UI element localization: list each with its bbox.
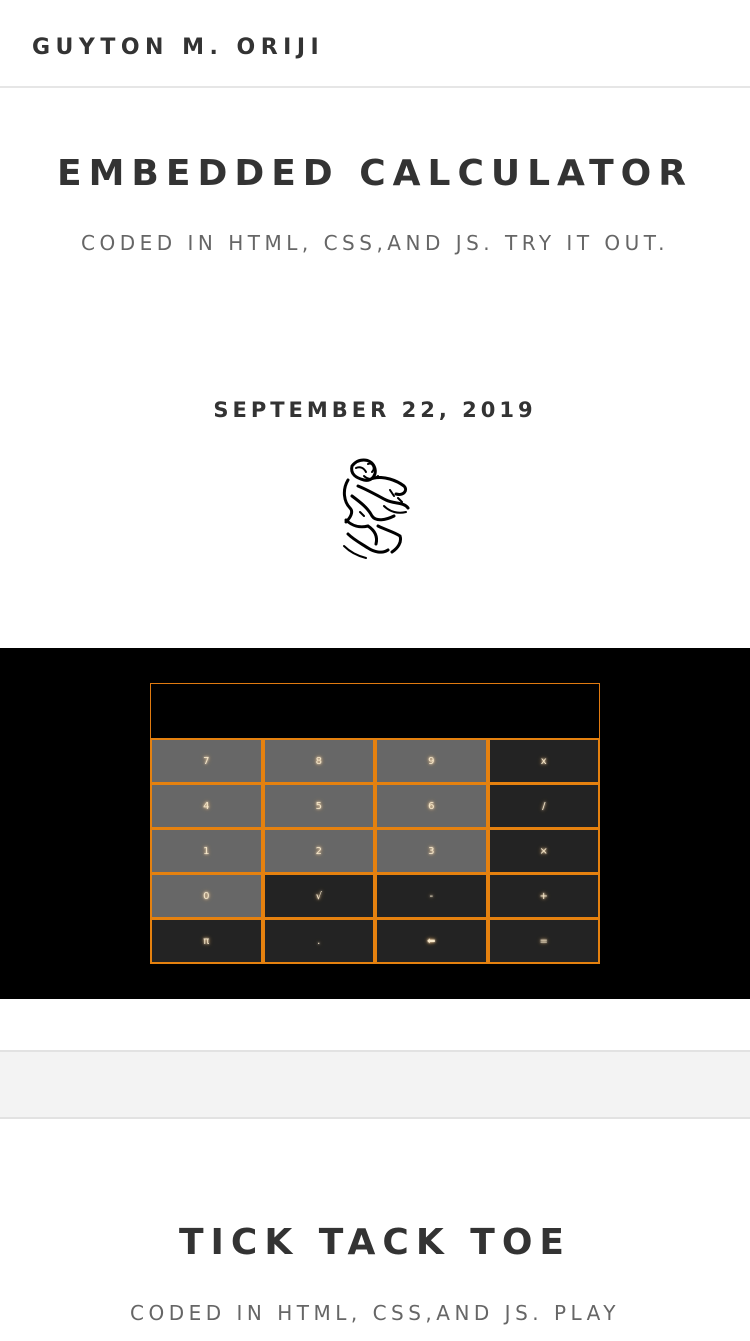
key-divide-button[interactable]: /	[487, 783, 600, 829]
section-divider-band	[0, 1050, 750, 1119]
post-title[interactable]: TICK TACK TOE	[0, 1221, 750, 1265]
key-equals-button[interactable]: =	[487, 918, 600, 964]
key-sqrt-button[interactable]: √	[262, 873, 375, 919]
post-embedded-calculator: EMBEDDED CALCULATOR CODED IN HTML, CSS,A…	[0, 88, 750, 648]
key-minus-button[interactable]: -	[375, 873, 488, 919]
calculator-display[interactable]	[150, 683, 600, 739]
post-subtitle: CODED IN HTML, CSS,AND JS. PLAY	[129, 1301, 621, 1325]
key-plus-button[interactable]: +	[487, 873, 600, 919]
calculator: 7 8 9 x 4 5 6/ 1 2 3 × 0 √ - + π. ⬅ =	[150, 683, 600, 964]
calculator-embed: 7 8 9 x 4 5 6/ 1 2 3 × 0 √ - + π. ⬅ =	[0, 648, 750, 999]
site-title[interactable]: GUYTON M. ORIJI	[32, 34, 324, 62]
site-header: GUYTON M. ORIJI	[0, 0, 750, 88]
key-digit-9-button[interactable]: 9	[375, 738, 488, 784]
avatar	[342, 458, 410, 559]
key-digit-8-button[interactable]: 8	[262, 738, 375, 784]
key-digit-5-button[interactable]: 5	[262, 783, 375, 829]
key-digit-7-button[interactable]: 7	[150, 738, 263, 784]
post-tick-tack-toe: TICK TACK TOE CODED IN HTML, CSS,AND JS.…	[0, 1117, 750, 1334]
key-multiply-alt-button[interactable]: x	[487, 738, 600, 784]
key-multiply-button[interactable]: ×	[487, 828, 600, 874]
key-backspace-button[interactable]: ⬅	[375, 918, 488, 964]
calculator-keypad: 7 8 9 x 4 5 6/ 1 2 3 × 0 √ - + π. ⬅ =	[150, 738, 600, 964]
post-subtitle: CODED IN HTML, CSS,AND JS. TRY IT OUT.	[81, 231, 669, 255]
key-pi-button[interactable]: π	[150, 918, 263, 964]
post-title[interactable]: EMBEDDED CALCULATOR	[0, 152, 750, 196]
key-digit-3-button[interactable]: 3	[375, 828, 488, 874]
key-digit-2-button[interactable]: 2	[262, 828, 375, 874]
key-digit-1-button[interactable]: 1	[150, 828, 263, 874]
key-decimal-button[interactable]: .	[262, 918, 375, 964]
key-digit-4-button[interactable]: 4	[150, 783, 263, 829]
key-digit-0-button[interactable]: 0	[150, 873, 263, 919]
key-digit-6-button[interactable]: 6	[375, 783, 488, 829]
post-date: SEPTEMBER 22, 2019	[213, 398, 537, 422]
